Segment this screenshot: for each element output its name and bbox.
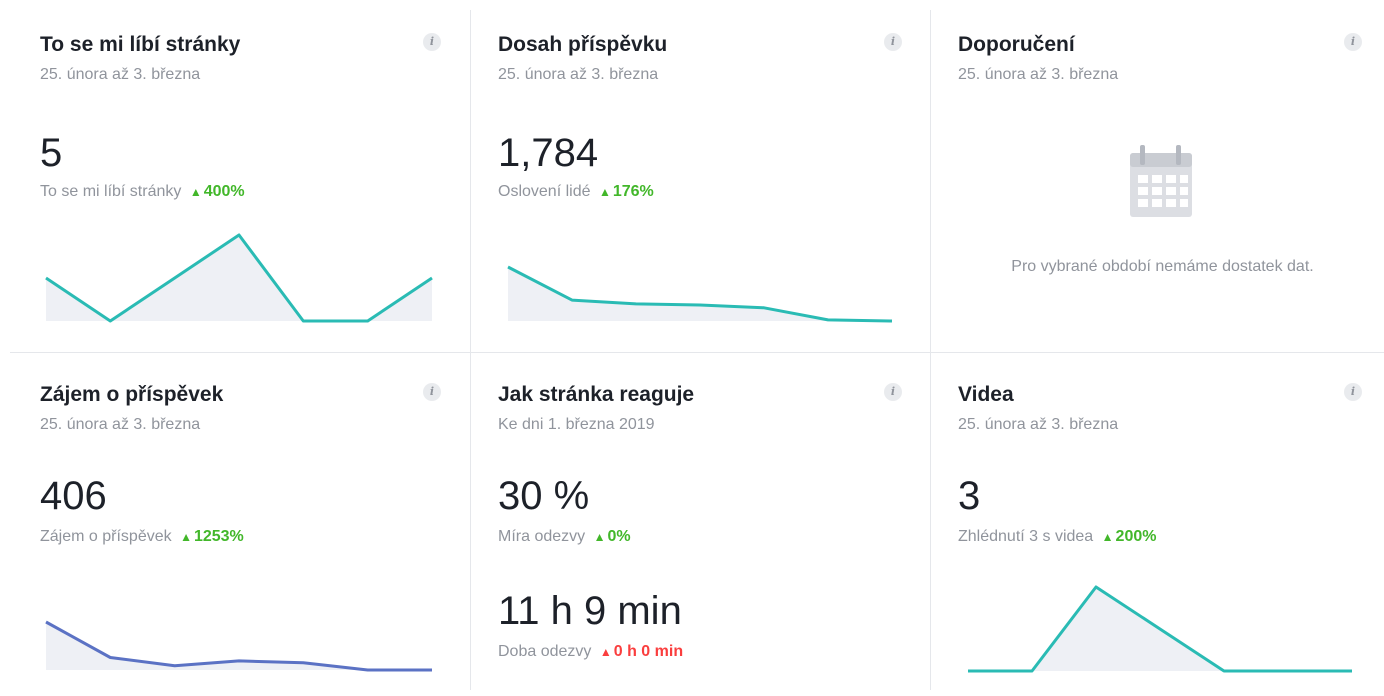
sparkline-area [508, 267, 892, 321]
metric-value: 1,784 [498, 131, 599, 175]
card-subtitle: 25. února až 3. března [498, 66, 659, 83]
metric-row: Doba odezvy ▲ 0 h 0 min [498, 643, 683, 661]
change-value: 0 h 0 min [613, 643, 684, 660]
sparkline-area [46, 235, 432, 321]
up-arrow-icon: ▲ [598, 185, 611, 199]
card-subtitle: 25. února až 3. března [958, 66, 1119, 83]
card-subtitle: 25. února až 3. března [40, 66, 201, 83]
up-arrow-icon: ▲ [593, 530, 606, 544]
response-time-value: 11 h 9 min [498, 589, 682, 633]
card-responsiveness[interactable]: Jak stránka reaguje i Ke dni 1. března 2… [498, 383, 903, 683]
card-subtitle: Ke dni 1. března 2019 [498, 416, 655, 433]
metric-value: 5 [40, 131, 63, 175]
card-subtitle: 25. února až 3. března [958, 416, 1119, 433]
change-indicator: ▲ 0% [594, 528, 631, 545]
card-title: Zájem o příspěvek [40, 383, 224, 406]
info-icon[interactable]: i [1344, 383, 1362, 401]
change-value: 176% [612, 183, 654, 200]
card-title: Doporučení [958, 33, 1075, 56]
info-icon[interactable]: i [884, 33, 902, 51]
sparkline-chart [45, 620, 432, 672]
change-indicator: ▲ 0 h 0 min [600, 643, 683, 660]
empty-state-message: Pro vybrané období nemáme dostatek dat. [1011, 258, 1314, 275]
change-indicator: ▲ 1253% [180, 528, 244, 545]
info-icon[interactable]: i [1344, 33, 1362, 51]
sparkline-chart [968, 585, 1352, 673]
change-indicator: ▲ 400% [190, 183, 245, 200]
sparkline-area [46, 622, 432, 670]
metric-value: 3 [958, 474, 981, 518]
change-value: 0% [607, 528, 631, 545]
insights-overview-grid: To se mi líbí stránky i 25. února až 3. … [0, 0, 1384, 696]
card-page-likes[interactable]: To se mi líbí stránky i 25. února až 3. … [40, 33, 445, 333]
metric-row: Oslovení lidé ▲ 176% [498, 183, 654, 201]
change-indicator: ▲ 176% [599, 183, 654, 200]
card-post-reach[interactable]: Dosah příspěvku i 25. února až 3. března… [498, 33, 903, 333]
info-icon[interactable]: i [423, 33, 441, 51]
metric-label: Doba odezvy [498, 643, 592, 660]
card-title: Jak stránka reaguje [498, 383, 695, 406]
calendar-icon [1130, 145, 1192, 217]
card-title: To se mi líbí stránky [40, 33, 241, 56]
metric-label: Oslovení lidé [498, 183, 591, 200]
column-divider [930, 10, 931, 690]
metric-label: To se mi líbí stránky [40, 183, 182, 200]
metric-value: 406 [40, 474, 107, 518]
column-divider [470, 10, 471, 690]
card-subtitle: 25. února až 3. března [40, 416, 201, 433]
metric-label: Zhlédnutí 3 s videa [958, 528, 1094, 545]
metric-label: Míra odezvy [498, 528, 586, 545]
metric-row: Zájem o příspěvek ▲ 1253% [40, 528, 244, 546]
card-post-engagement[interactable]: Zájem o příspěvek i 25. února až 3. břez… [40, 383, 445, 683]
metric-label: Zájem o příspěvek [40, 528, 172, 545]
metric-row: Míra odezvy ▲ 0% [498, 528, 631, 546]
up-arrow-icon: ▲ [189, 185, 202, 199]
response-rate-value: 30 % [498, 474, 590, 518]
up-arrow-icon: ▲ [599, 645, 612, 659]
row-divider [10, 352, 1384, 353]
change-value: 400% [203, 183, 245, 200]
info-icon[interactable]: i [423, 383, 441, 401]
sparkline-chart [45, 233, 433, 323]
up-arrow-icon: ▲ [1101, 530, 1114, 544]
card-title: Videa [958, 383, 1014, 406]
up-arrow-icon: ▲ [180, 530, 192, 544]
card-title: Dosah příspěvku [498, 33, 668, 56]
metric-row: Zhlédnutí 3 s videa ▲ 200% [958, 528, 1156, 546]
card-recommendations[interactable]: Doporučení i 25. února až 3. března Pro … [958, 33, 1363, 333]
metric-row: To se mi líbí stránky ▲ 400% [40, 183, 245, 201]
change-value: 200% [1115, 528, 1157, 545]
sparkline-chart [507, 265, 893, 323]
card-videos[interactable]: Videa i 25. února až 3. března 3 Zhlédnu… [958, 383, 1363, 683]
info-icon[interactable]: i [884, 383, 902, 401]
change-value: 1253% [193, 528, 244, 545]
change-indicator: ▲ 200% [1102, 528, 1157, 545]
